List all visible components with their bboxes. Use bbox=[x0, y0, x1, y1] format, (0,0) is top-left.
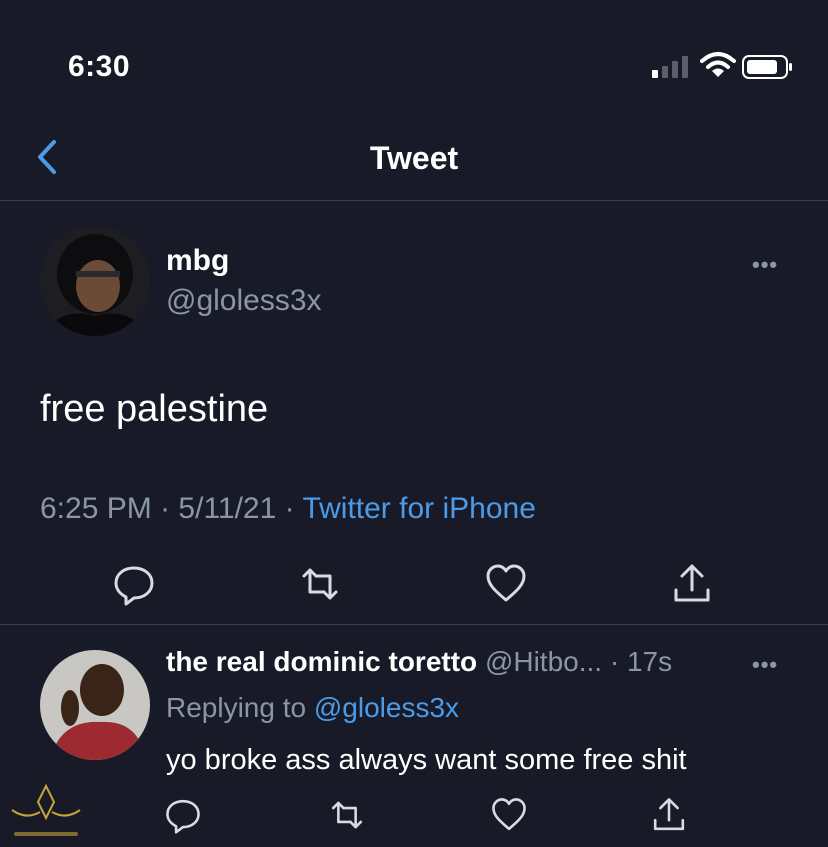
meta-separator: · bbox=[284, 492, 295, 525]
wifi-icon bbox=[700, 52, 736, 77]
tweet-text: free palestine bbox=[40, 388, 269, 430]
replying-to-label: Replying to bbox=[166, 692, 307, 723]
reply-reply-icon[interactable] bbox=[164, 796, 202, 834]
tweet-author-handle[interactable]: @gloless3x bbox=[166, 284, 322, 318]
page-title: Tweet bbox=[369, 140, 459, 176]
replying-to-handle[interactable]: @gloless3x bbox=[314, 692, 459, 723]
reply-age: · 17s bbox=[609, 646, 673, 677]
more-icon[interactable]: ••• bbox=[752, 252, 778, 278]
reply-header: the real dominic toretto @Hitbo... · 17s bbox=[166, 646, 672, 678]
avatar[interactable] bbox=[40, 226, 150, 336]
retweet-icon[interactable] bbox=[298, 562, 342, 606]
nav-divider bbox=[0, 200, 828, 201]
meta-separator: · bbox=[160, 492, 171, 525]
reply-retweet-icon[interactable] bbox=[328, 796, 366, 834]
tweet-divider bbox=[0, 624, 828, 625]
reply-more-icon[interactable]: ••• bbox=[752, 652, 778, 678]
share-icon[interactable] bbox=[670, 562, 714, 606]
tweet-author-name[interactable]: mbg bbox=[166, 244, 229, 278]
reply-like-icon[interactable] bbox=[490, 796, 528, 834]
reply-author-handle[interactable]: @Hitbo... bbox=[485, 646, 602, 677]
watermark-logo bbox=[11, 783, 81, 836]
reply-avatar[interactable] bbox=[40, 650, 150, 760]
reply-share-icon[interactable] bbox=[650, 796, 688, 834]
status-time: 6:30 bbox=[68, 50, 131, 83]
tweet-source[interactable]: Twitter for iPhone bbox=[302, 492, 535, 525]
like-icon[interactable] bbox=[484, 562, 528, 606]
tweet-time: 6:25 PM bbox=[40, 492, 152, 525]
replying-to: Replying to @gloless3x bbox=[166, 692, 459, 724]
reply-icon[interactable] bbox=[112, 562, 156, 606]
signal-icon bbox=[652, 56, 688, 78]
tweet-meta: 6:25 PM · 5/11/21 · Twitter for iPhone bbox=[40, 492, 536, 526]
battery-icon bbox=[742, 55, 792, 79]
tweet-date: 5/11/21 bbox=[178, 492, 277, 525]
reply-text: yo broke ass always want some free shit bbox=[166, 744, 687, 776]
reply-author-name[interactable]: the real dominic toretto bbox=[166, 646, 477, 677]
